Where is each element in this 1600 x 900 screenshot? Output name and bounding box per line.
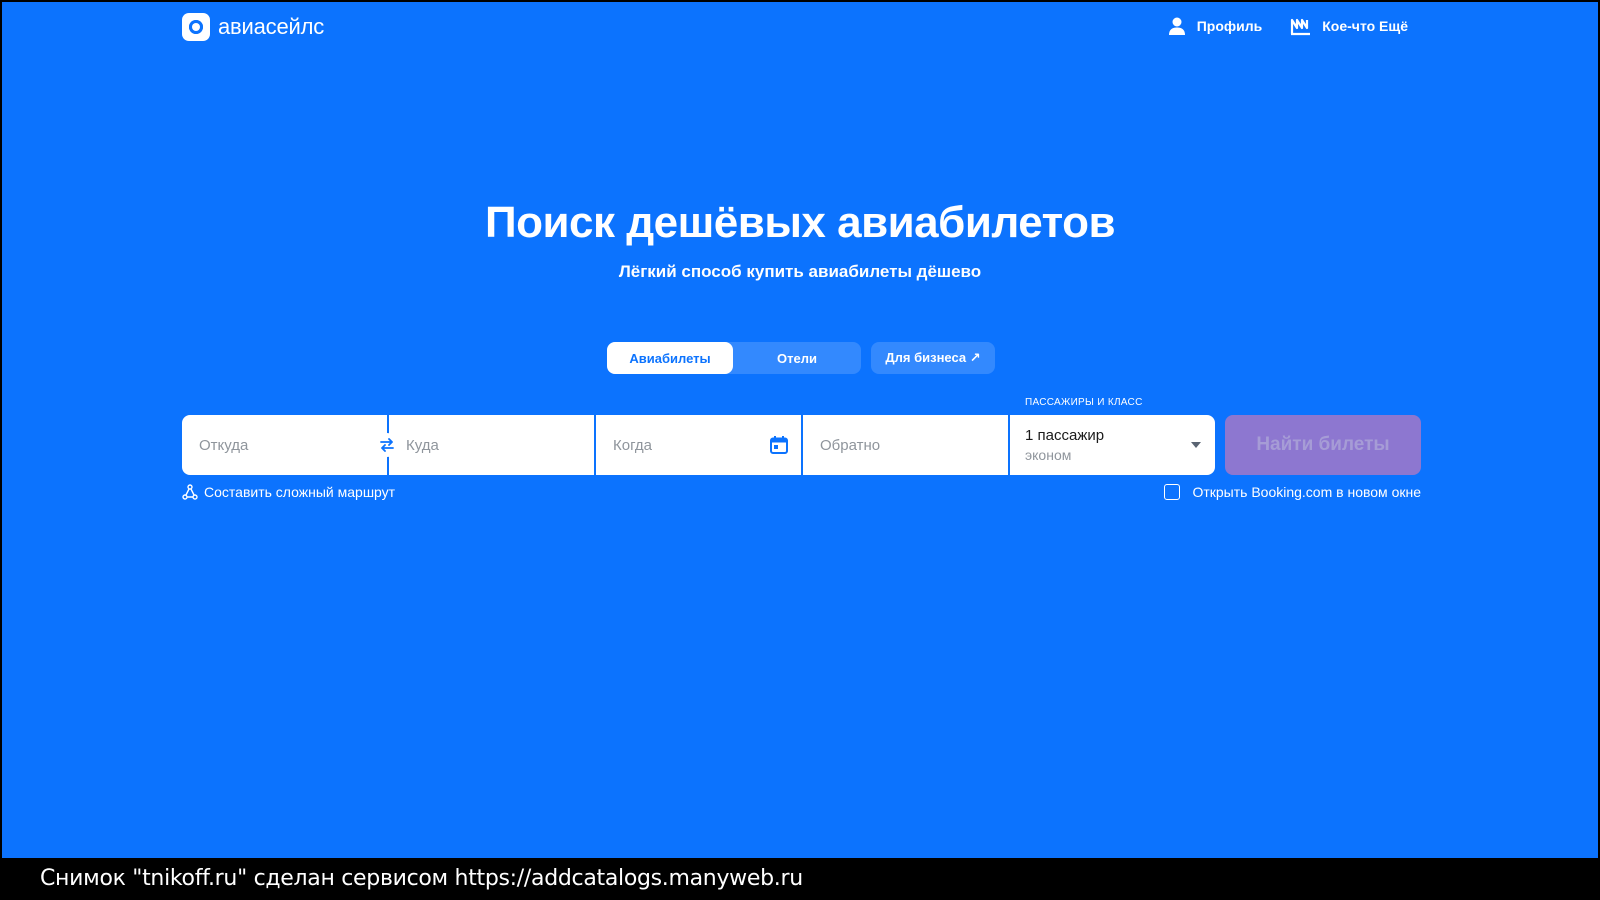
search-form: 1 пассажир эконом xyxy=(182,415,1215,475)
service-tabs: Авиабилеты Отели Для бизнеса ↗ xyxy=(607,342,995,374)
booking-option[interactable]: Открыть Booking.com в новом окне xyxy=(1164,484,1421,500)
nav-profile-label: Профиль xyxy=(1196,18,1263,34)
tab-hotels[interactable]: Отели xyxy=(733,342,861,374)
passengers-label: ПАССАЖИРЫ И КЛАСС xyxy=(1025,397,1143,408)
user-icon xyxy=(1168,17,1185,35)
swap-button[interactable] xyxy=(375,433,399,457)
page: авиасейлс Профиль Кое-что Ещё Поиск дешё… xyxy=(2,2,1598,858)
when-input[interactable] xyxy=(611,435,765,455)
return-input[interactable] xyxy=(818,435,972,455)
route-icon xyxy=(182,484,198,500)
search-button[interactable]: Найти билеты xyxy=(1225,415,1421,475)
tab-flights[interactable]: Авиабилеты xyxy=(607,342,733,374)
from-input[interactable] xyxy=(197,435,351,455)
screenshot-caption-bar: Снимок "tnikoff.ru" сделан сервисом http… xyxy=(0,858,1600,900)
header: авиасейлс Профиль Кое-что Ещё xyxy=(2,2,1598,54)
calendar-icon[interactable] xyxy=(769,435,789,455)
from-field xyxy=(182,415,399,475)
class-value: эконом xyxy=(1025,447,1072,463)
extras-icon xyxy=(1291,18,1311,36)
page-subtitle: Лёгкий способ купить авиабилеты дёшево xyxy=(618,262,982,281)
passengers-select[interactable]: 1 пассажир эконом xyxy=(1010,415,1215,475)
search-options: Составить сложный маршрут Открыть Bookin… xyxy=(182,484,1421,506)
nav-extras-label: Кое-что Ещё xyxy=(1322,18,1408,34)
nav-profile[interactable]: Профиль xyxy=(1167,16,1263,36)
passengers-value: 1 пассажир xyxy=(1025,427,1105,444)
complex-route-link[interactable]: Составить сложный маршрут xyxy=(182,484,395,500)
to-field xyxy=(389,415,594,475)
screenshot-caption: Снимок "tnikoff.ru" сделан сервисом http… xyxy=(40,866,803,891)
chevron-down-icon xyxy=(1191,442,1201,448)
nav-extras[interactable]: Кое-что Ещё xyxy=(1290,16,1408,36)
booking-checkbox[interactable] xyxy=(1164,484,1181,500)
page-title: Поиск дешёвых авиабилетов xyxy=(484,198,1116,247)
tab-group: Авиабилеты Отели xyxy=(607,342,861,374)
tab-business[interactable]: Для бизнеса ↗ xyxy=(871,342,995,374)
booking-option-label: Открыть Booking.com в новом окне xyxy=(1192,484,1421,500)
to-input[interactable] xyxy=(404,435,558,455)
top-nav: Профиль Кое-что Ещё xyxy=(1167,16,1408,36)
logo[interactable]: авиасейлс xyxy=(182,12,324,42)
complex-route-label: Составить сложный маршрут xyxy=(204,484,396,500)
logo-icon xyxy=(182,13,210,41)
return-field xyxy=(803,415,1008,475)
when-field xyxy=(596,415,801,475)
logo-text: авиасейлс xyxy=(218,14,325,39)
swap-icon xyxy=(380,438,394,452)
